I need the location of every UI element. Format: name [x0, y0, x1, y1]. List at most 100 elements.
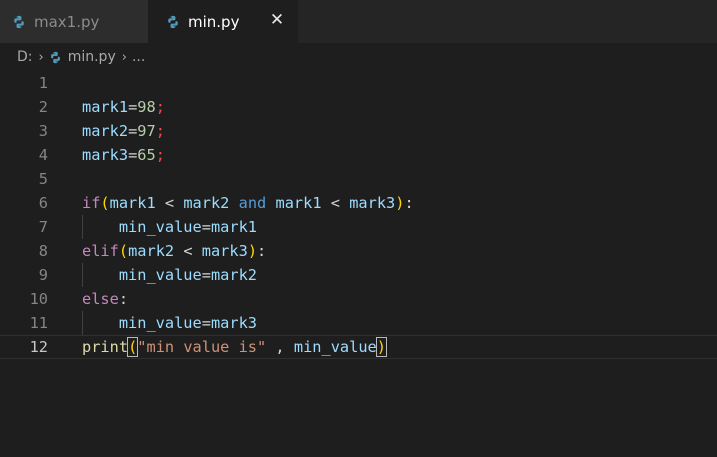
code-token: mark3: [210, 314, 258, 332]
breadcrumb-drive[interactable]: D:: [17, 49, 33, 65]
code-token: =: [201, 314, 211, 332]
tab-bar: max1.py min.py ✕: [0, 0, 717, 43]
code-token: ;: [155, 122, 165, 140]
code-text: min_value=mark1: [82, 215, 257, 239]
code-token: <: [155, 194, 184, 212]
code-token: ): [247, 242, 258, 260]
line-number: 3: [38, 122, 48, 140]
code-line[interactable]: 8 elif(mark2 < mark3):: [0, 239, 717, 263]
code-text: mark2=97;: [82, 119, 165, 143]
code-token: 65: [137, 146, 156, 164]
breadcrumb: D: › min.py › ...: [0, 43, 717, 71]
code-token: :: [257, 242, 267, 260]
tab-max1-py[interactable]: max1.py: [0, 0, 148, 43]
code-text: mark1=98;: [82, 95, 165, 119]
tab-min-py[interactable]: min.py ✕: [148, 0, 298, 43]
code-token: and: [238, 194, 267, 212]
code-line[interactable]: 2 mark1=98;: [0, 95, 717, 119]
code-token: <: [174, 242, 202, 260]
python-file-icon: [14, 15, 24, 28]
code-token: ): [375, 337, 387, 357]
code-token: mark3: [349, 194, 396, 212]
code-token: else: [82, 290, 119, 308]
code-token: 98: [137, 98, 156, 116]
code-line[interactable]: 3 mark2=97;: [0, 119, 717, 143]
line-number: 1: [38, 74, 48, 92]
breadcrumb-more[interactable]: ...: [132, 49, 145, 65]
code-token: =: [201, 266, 211, 284]
code-token: if: [82, 194, 101, 212]
code-token: mark1: [210, 218, 258, 236]
code-token: =: [128, 98, 138, 116]
chevron-right-icon: ›: [38, 49, 44, 65]
code-token: print: [82, 338, 129, 356]
code-token: min_value: [118, 266, 202, 284]
breadcrumb-file[interactable]: min.py: [68, 49, 116, 65]
line-number: 8: [38, 242, 48, 260]
code-line[interactable]: 5: [0, 167, 717, 191]
code-token: =: [128, 146, 138, 164]
code-token: mark1: [109, 194, 156, 212]
code-text: if(mark1 < mark2 and mark1 < mark3):: [82, 191, 414, 215]
code-editor-window: max1.py min.py ✕ D: › min.py › ... 1 2 mar…: [0, 0, 717, 457]
code-token: <: [321, 194, 350, 212]
code-text: min_value=mark2: [82, 263, 257, 287]
code-token: =: [128, 122, 138, 140]
code-token: =: [201, 218, 211, 236]
code-token: ;: [155, 98, 165, 116]
chevron-right-icon: ›: [121, 49, 127, 65]
code-area[interactable]: 1 2 mark1=98; 3 mark2=97; 4 mark3=65; 5 6 if(mark…: [0, 71, 717, 359]
code-token: 97: [137, 122, 156, 140]
code-token: mark2: [128, 242, 175, 260]
code-token: :: [404, 194, 414, 212]
python-file-icon: [168, 15, 178, 28]
code-token: mark3: [82, 146, 129, 164]
code-text: min_value=mark3: [82, 311, 257, 335]
code-text: else:: [82, 287, 128, 311]
code-line[interactable]: 9 min_value=mark2: [0, 263, 717, 287]
code-token: mark1: [275, 194, 322, 212]
code-token: mark2: [183, 194, 230, 212]
code-line[interactable]: 7 min_value=mark1: [0, 215, 717, 239]
code-token: (: [100, 194, 110, 212]
code-text: elif(mark2 < mark3):: [82, 239, 266, 263]
code-token: min_value: [293, 338, 377, 356]
code-token: ;: [155, 146, 165, 164]
code-token: mark2: [210, 266, 258, 284]
code-line[interactable]: 12 print("min value is" , min_value): [0, 335, 717, 359]
line-number: 2: [38, 98, 48, 116]
code-token: (: [118, 242, 129, 260]
line-number: 6: [38, 194, 48, 212]
line-number: 5: [38, 170, 48, 188]
line-number: 4: [38, 146, 48, 164]
code-token: mark3: [201, 242, 248, 260]
line-number: 12: [29, 338, 48, 356]
python-file-icon: [50, 51, 60, 63]
code-token: "min value is": [137, 338, 267, 356]
close-icon[interactable]: ✕: [268, 11, 286, 29]
code-token: min_value: [118, 314, 202, 332]
code-token: mark2: [82, 122, 129, 140]
code-token: :: [118, 290, 129, 308]
code-token: mark1: [82, 98, 129, 116]
line-number: 9: [38, 266, 48, 284]
code-token: elif: [82, 242, 119, 260]
code-token: min_value: [118, 218, 202, 236]
line-number: 10: [29, 290, 48, 308]
code-line[interactable]: 6 if(mark1 < mark2 and mark1 < mark3):: [0, 191, 717, 215]
code-token: (: [127, 337, 139, 357]
line-number: 7: [38, 218, 48, 236]
code-line[interactable]: 10 else:: [0, 287, 717, 311]
code-line[interactable]: 4 mark3=65;: [0, 143, 717, 167]
tab-label: max1.py: [34, 12, 100, 31]
code-text: print("min value is" , min_value): [82, 335, 387, 359]
code-line[interactable]: 11 min_value=mark3: [0, 311, 717, 335]
line-number: 11: [29, 314, 48, 332]
code-line[interactable]: 1: [0, 71, 717, 95]
tab-label: min.py: [188, 12, 240, 31]
code-token: ,: [266, 338, 294, 356]
